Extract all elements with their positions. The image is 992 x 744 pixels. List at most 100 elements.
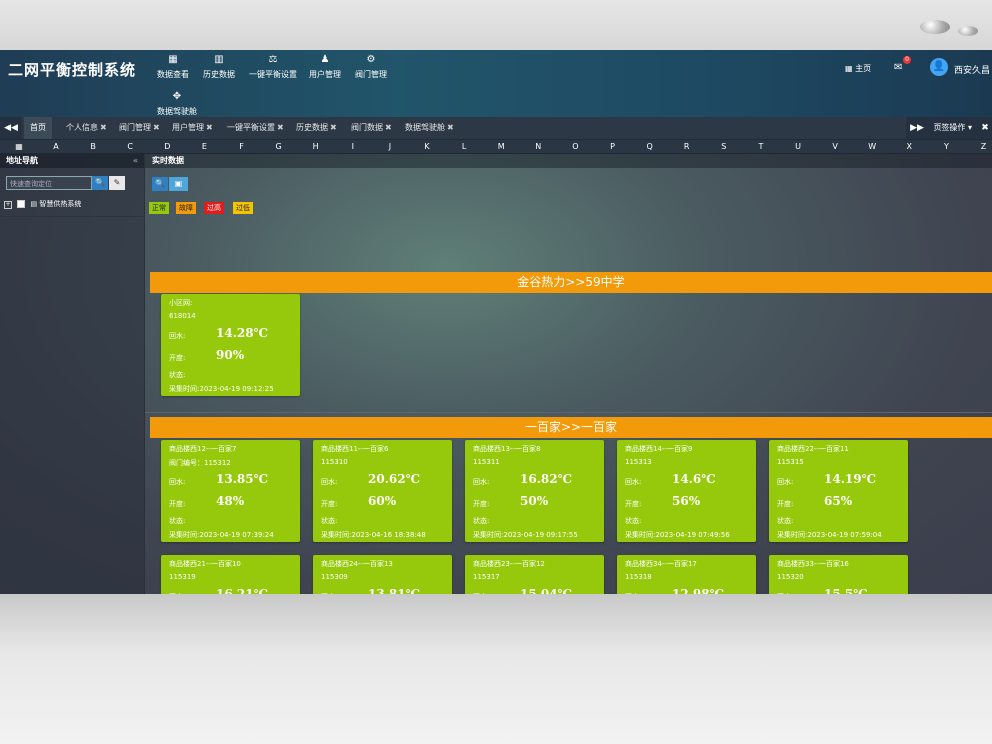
valve-card[interactable]: 商品楼西23--一百家12115317回水:15.04℃开度:60%状态: [465,555,604,594]
tab-0[interactable]: 首页 [24,117,52,139]
mail-badge: 0 [903,56,911,64]
card-name: 商品楼西12--一百家7 [169,445,237,453]
tab-scroll-left-icon[interactable]: ◀◀ [0,117,22,139]
tab-close-icon[interactable]: ✖ [277,123,284,132]
tab-label: 历史数据 [296,123,328,132]
nav-item-1[interactable]: ▥ 历史数据 [203,54,235,80]
column-letter: I [351,142,354,151]
status-label: 状态: [321,517,338,525]
opening-value: 90% [216,348,245,362]
search-icon[interactable]: 🔍 [92,176,108,190]
tab-close-icon[interactable]: ✖ [447,123,454,132]
sidebar-header: 地址导航 « [0,154,144,168]
column-letter: Y [943,142,949,151]
tab-6[interactable]: 阀门数据 ✖ [351,117,392,139]
query-button[interactable]: 🔍 [152,177,168,191]
collect-time-label: 采集时间: [625,531,656,539]
tab-close-icon[interactable]: ✖ [100,123,107,132]
card-name: 商品楼西34--一百家17 [625,560,697,568]
tab-close-icon[interactable]: ✖ [385,123,392,132]
photo-background-bottom [0,594,992,744]
nav-label: 阀门管理 [355,70,387,79]
water-drop [958,26,978,36]
opening-label: 开度: [473,500,490,508]
grid-menu-icon[interactable]: ▦ [12,140,26,153]
valve-card[interactable]: 商品楼西12--一百家7 阀门编号：115312 回水: 13.85℃ 开度: 48% 状态… [161,440,300,542]
card-view-icon: ▣ [174,179,183,188]
tab-close-icon[interactable]: ✖ [153,123,160,132]
tab-7[interactable]: 数据驾驶舱 ✖ [405,117,454,139]
group-header[interactable]: 一百家>>一百家 [150,417,992,438]
users-icon: ♟ [320,54,330,65]
tab-4[interactable]: 一键平衡设置 ✖ [227,117,284,139]
card-valve-id: 115315 [777,458,804,466]
valve-card[interactable]: 商品楼西22--一百家11 115315 回水: 14.19℃ 开度: 65% 状态: 采集时… [769,440,908,542]
sidebar-title: 地址导航 [6,156,38,165]
column-letter: N [535,142,542,151]
collect-time: 采集时间:2023-04-19 07:39:24 [169,530,274,540]
column-letter: J [388,142,392,151]
tab-3[interactable]: 用户管理 ✖ [172,117,213,139]
nav-item-3[interactable]: ♟ 用户管理 [309,54,341,80]
valve-card[interactable]: 商品楼西24--一百家13115309回水:13.81℃开度:65%状态: [313,555,452,594]
collect-time-value: 2023-04-19 09:17:55 [503,531,578,539]
nav-item-5[interactable]: ✥ 数据驾驶舱 [157,91,197,117]
collect-time-value: 2023-04-19 07:49:56 [655,531,730,539]
nav-item-2[interactable]: ⚖ 一键平衡设置 [249,54,297,80]
valve-card[interactable]: 商品楼西11--一百家6 115310 回水: 20.62℃ 开度: 60% 状态: 采集时间… [313,440,452,542]
legend-item: 故障 [176,202,196,214]
tree-checkbox[interactable] [17,200,26,208]
tree-node-root[interactable]: + ▤ 智慧供热系统 [4,199,81,209]
sidebar: 地址导航 « 快速查询定位 🔍 ✎ + ▤ 智慧供热系统 [0,154,145,594]
tab-2[interactable]: 阀门管理 ✖ [119,117,160,139]
card-name: 商品楼西24--一百家13 [321,560,393,568]
tab-5[interactable]: 历史数据 ✖ [296,117,337,139]
valve-card[interactable]: 小区网: 618014 回水: 14.28℃ 开度: 90% 状态: 采集时间:2023-04… [161,294,300,396]
collapse-icon[interactable]: « [133,154,138,168]
opening-value: 65% [824,494,853,508]
return-water-temp: 14.6℃ [672,472,716,486]
valve-card[interactable]: 商品楼西33--一百家16115320回水:15.5℃开度:70%状态: [769,555,908,594]
folder-icon: ▤ [30,200,38,208]
tab-scroll-right-icon[interactable]: ▶▶ [906,117,928,139]
apps-icon: ▦ [845,64,853,73]
tab-label: 阀门管理 [119,123,151,132]
expand-icon[interactable]: + [4,201,12,209]
group-header[interactable]: 金谷热力>>59中学 [150,272,992,293]
app-title: 二网平衡控制系统 [8,61,137,79]
card-valve-id: 115311 [473,458,500,466]
user-name[interactable]: 西安久昌 [954,63,990,76]
avatar[interactable]: 👤 [930,58,948,76]
column-letter: U [795,142,801,151]
valve-card[interactable]: 商品楼西34--一百家17115318回水:12.98℃开度:70%状态: [617,555,756,594]
column-letter: Z [980,142,987,151]
collect-time: 采集时间:2023-04-19 09:12:25 [169,384,274,394]
valve-card[interactable]: 商品楼西13--一百家8 115311 回水: 16.82℃ 开度: 50% 状态: 采集时间… [465,440,604,542]
return-water-temp: 13.81℃ [368,587,420,594]
home-link[interactable]: ▦ 主页 [845,63,871,74]
return-water-label: 回水: [321,478,338,486]
mail-icon[interactable]: ✉ [894,62,902,73]
view-toggle-button[interactable]: ▣ [169,177,188,191]
nav-item-0[interactable]: ▦ 数据查看 [157,54,189,80]
helm-icon: ✥ [172,91,182,102]
eraser-icon[interactable]: ✎ [109,176,125,190]
column-letter: E [201,142,207,151]
card-valve-id: 115318 [625,573,652,581]
nav-label: 数据查看 [157,70,189,79]
tab-1[interactable]: 个人信息 ✖ [66,117,107,139]
nav-item-4[interactable]: ⚙ 阀门管理 [355,54,387,80]
valve-card[interactable]: 商品楼西21--一百家10115319回水:16.21℃开度:78%状态: [161,555,300,594]
column-letter: S [721,142,727,151]
tab-close-icon[interactable]: ✖ [330,123,337,132]
tab-label: 数据驾驶舱 [405,123,445,132]
page-ops-button[interactable]: 页签操作 ▾ [927,117,978,139]
valve-card[interactable]: 商品楼西14--一百家9 115313 回水: 14.6℃ 开度: 56% 状态: 采集时间:… [617,440,756,542]
tab-label: 首页 [30,123,46,132]
close-tabs-icon[interactable]: ✖ [978,117,992,139]
nav-label: 用户管理 [309,70,341,79]
return-water-temp: 15.5℃ [824,587,868,594]
sidebar-search-input[interactable]: 快速查询定位 [6,176,92,190]
tab-close-icon[interactable]: ✖ [206,123,213,132]
status-label: 状态: [169,371,186,379]
